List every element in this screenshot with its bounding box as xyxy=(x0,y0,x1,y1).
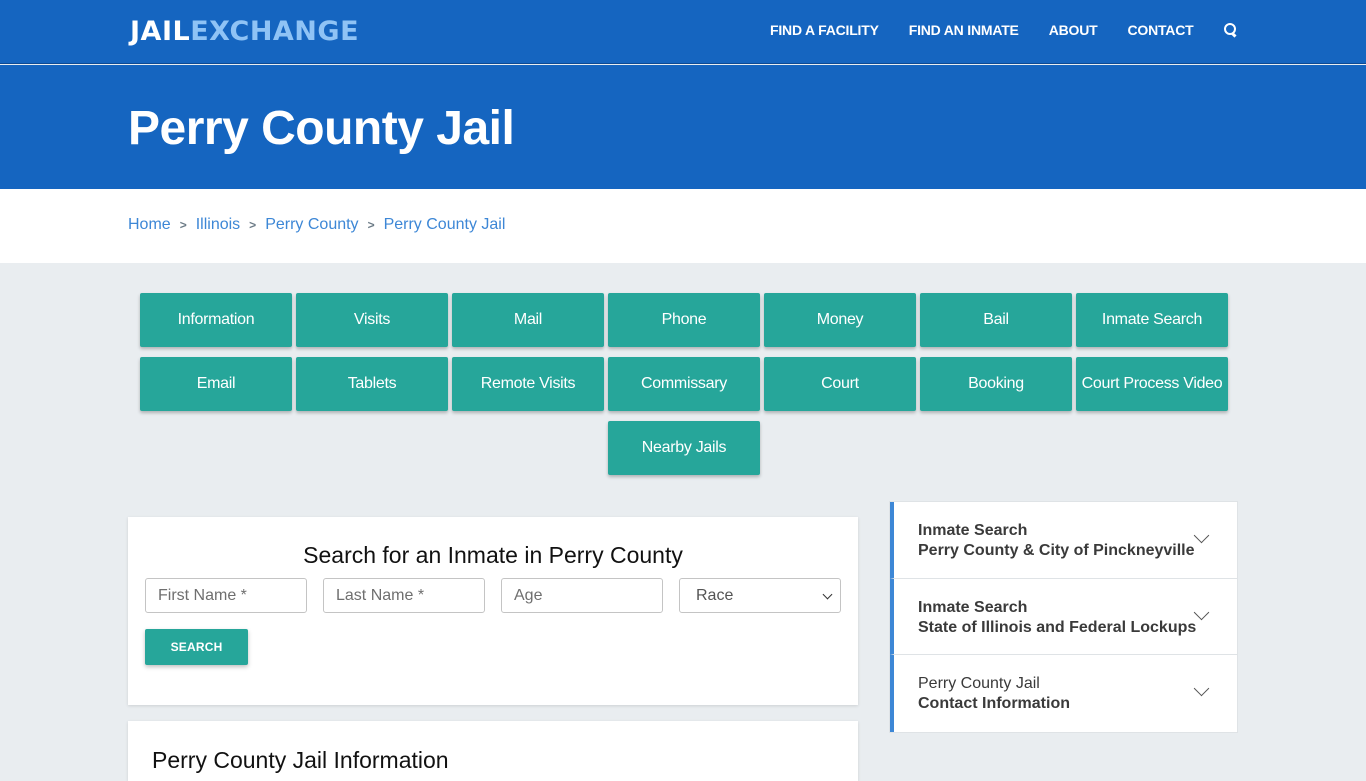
race-select-value: Race xyxy=(696,586,734,604)
breadcrumb-county[interactable]: Perry County xyxy=(265,216,358,234)
tile-court-process-video[interactable]: Court Process Video xyxy=(1076,357,1228,411)
tile-inmate-search[interactable]: Inmate Search xyxy=(1076,293,1228,347)
site-logo[interactable]: JAILEXCHANGE xyxy=(130,16,359,47)
search-icon[interactable] xyxy=(1223,22,1239,38)
nav-contact[interactable]: CONTACT xyxy=(1127,22,1193,38)
accordion-item-subheading: Contact Information xyxy=(918,695,1070,712)
logo-exchange-text: EXCHANGE xyxy=(190,16,360,47)
tile-visits[interactable]: Visits xyxy=(296,293,448,347)
accordion-item-state-inmate-search[interactable]: Inmate Search State of Illinois and Fede… xyxy=(890,578,1237,655)
chevron-down-icon xyxy=(1193,680,1210,697)
accordion-item-county-inmate-search[interactable]: Inmate Search Perry County & City of Pin… xyxy=(890,502,1237,579)
tile-tablets[interactable]: Tablets xyxy=(296,357,448,411)
accordion-item-text: Perry County Jail Contact Information xyxy=(918,674,1070,714)
accordion-item-text: Inmate Search Perry County & City of Pin… xyxy=(918,521,1195,561)
tile-phone[interactable]: Phone xyxy=(608,293,760,347)
nav-find-a-facility[interactable]: FIND A FACILITY xyxy=(770,22,879,38)
breadcrumb-state[interactable]: Illinois xyxy=(196,216,240,234)
nav-find-an-inmate[interactable]: FIND AN INMATE xyxy=(909,22,1019,38)
first-name-input[interactable] xyxy=(145,578,307,613)
breadcrumb-home[interactable]: Home xyxy=(128,216,171,234)
accordion-item-contact-information[interactable]: Perry County Jail Contact Information xyxy=(890,655,1237,732)
accordion-item-heading: Inmate Search xyxy=(918,522,1028,539)
last-name-input[interactable] xyxy=(323,578,485,613)
tile-money[interactable]: Money xyxy=(764,293,916,347)
chevron-right-icon: > xyxy=(179,218,187,232)
chevron-right-icon: > xyxy=(367,218,375,232)
age-input[interactable] xyxy=(501,578,663,613)
tile-bail[interactable]: Bail xyxy=(920,293,1072,347)
accordion-item-subheading: State of Illinois and Federal Lockups xyxy=(918,618,1197,636)
info-card-title: Perry County Jail Information xyxy=(152,747,449,773)
tile-commissary[interactable]: Commissary xyxy=(608,357,760,411)
page-hero: Perry County Jail xyxy=(0,65,1366,189)
facility-menu-tiles: Information Visits Mail Phone Money Bail… xyxy=(139,293,1229,475)
accordion-item-text: Inmate Search State of Illinois and Fede… xyxy=(918,598,1196,638)
accordion-item-heading: Perry County Jail xyxy=(918,675,1040,692)
search-button[interactable]: SEARCH xyxy=(145,629,248,665)
inmate-search-card: Search for an Inmate in Perry County Rac… xyxy=(128,517,858,705)
tile-information[interactable]: Information xyxy=(140,293,292,347)
tile-email[interactable]: Email xyxy=(140,357,292,411)
sidebar-accordion: Inmate Search Perry County & City of Pin… xyxy=(889,501,1238,733)
race-select[interactable]: Race xyxy=(679,578,841,613)
accordion-item-heading: Inmate Search xyxy=(918,598,1028,616)
page-title: Perry County Jail xyxy=(128,102,515,155)
logo-jail-text: JAIL xyxy=(130,16,191,47)
chevron-down-icon xyxy=(822,589,833,600)
breadcrumb: Home > Illinois > Perry County > Perry C… xyxy=(128,216,505,234)
main-nav: FIND A FACILITY FIND AN INMATE ABOUT CON… xyxy=(770,22,1239,38)
tile-remote-visits[interactable]: Remote Visits xyxy=(452,357,604,411)
chevron-down-icon xyxy=(1193,527,1210,544)
search-card-title: Search for an Inmate in Perry County xyxy=(303,542,683,568)
accordion-item-subheading: Perry County & City of Pinckneyville xyxy=(918,542,1195,559)
tile-mail[interactable]: Mail xyxy=(452,293,604,347)
tile-court[interactable]: Court xyxy=(764,357,916,411)
jail-information-card: Perry County Jail Information xyxy=(128,721,858,781)
breadcrumb-bar: Home > Illinois > Perry County > Perry C… xyxy=(0,189,1366,263)
chevron-right-icon: > xyxy=(249,218,257,232)
nav-about[interactable]: ABOUT xyxy=(1049,22,1098,38)
tile-booking[interactable]: Booking xyxy=(920,357,1072,411)
breadcrumb-current[interactable]: Perry County Jail xyxy=(384,216,506,234)
top-navbar: JAILEXCHANGE FIND A FACILITY FIND AN INM… xyxy=(0,0,1366,64)
tile-nearby-jails[interactable]: Nearby Jails xyxy=(608,421,760,475)
